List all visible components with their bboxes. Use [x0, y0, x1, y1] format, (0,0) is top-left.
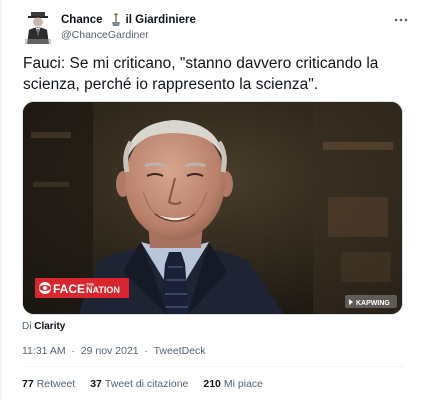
quote-tweets-stat[interactable]: 37 Tweet di citazione: [90, 378, 188, 390]
kapwing-text: KAPWING: [356, 300, 390, 307]
quote-tweets-label: Tweet di citazione: [104, 378, 189, 390]
face-the-nation-logo: FACE THE NATION: [35, 278, 129, 298]
tweet-time[interactable]: 11:31 AM: [22, 345, 66, 357]
tweet-client[interactable]: TweetDeck: [154, 345, 206, 357]
author-name-first: Chance: [61, 14, 103, 26]
attribution-prefix: Di: [22, 321, 32, 332]
avatar[interactable]: [25, 10, 51, 44]
tweet-text-line-2: scienza, perché io rappresento la scienz…: [23, 75, 319, 93]
tweet-card: Chance il Giardiniere @ChanceGardiner Fa…: [0, 0, 423, 400]
logo-face-text: FACE: [53, 282, 85, 296]
author-handle[interactable]: @ChanceGardiner: [61, 29, 149, 41]
separator-dot: ·: [141, 345, 151, 357]
divider: [22, 366, 404, 367]
attribution-source-link[interactable]: Clarity: [34, 321, 65, 332]
tweet-video[interactable]: FACE THE NATION KAPWING: [22, 101, 403, 315]
author-name[interactable]: Chance il Giardiniere: [61, 13, 196, 27]
retweets-label: Retweet: [36, 378, 76, 390]
tweet-text-line-1: Fauci: Se mi criticano, "stanno davvero …: [23, 55, 379, 72]
kapwing-watermark: KAPWING: [345, 295, 397, 308]
more-options-icon[interactable]: [393, 12, 409, 22]
tweet-stats: 77 Retweet 37 Tweet di citazione 210 Mi pia…: [22, 378, 278, 390]
tweet-header: Chance il Giardiniere @ChanceGardiner: [25, 10, 415, 46]
retweets-stat[interactable]: 77 Retweet: [22, 378, 75, 390]
media-attribution: Di Clarity: [22, 321, 65, 332]
likes-stat[interactable]: 210 Mi piace: [203, 378, 263, 390]
tweet-date[interactable]: 29 nov 2021: [81, 345, 139, 357]
tweet-metadata: 11:31 AM · 29 nov 2021 · TweetDeck: [22, 345, 206, 357]
likes-label: Mi piace: [223, 378, 264, 390]
author-name-second: il Giardiniere: [125, 14, 196, 26]
separator-dot: ·: [68, 345, 78, 357]
retweets-count: 77: [22, 378, 34, 390]
gardening-tool-icon: [109, 13, 123, 27]
likes-count: 210: [203, 378, 221, 390]
quote-tweets-count: 37: [90, 378, 102, 390]
tweet-text: Fauci: Se mi criticano, "stanno davvero …: [23, 54, 408, 95]
logo-nation-text: NATION: [86, 285, 120, 295]
